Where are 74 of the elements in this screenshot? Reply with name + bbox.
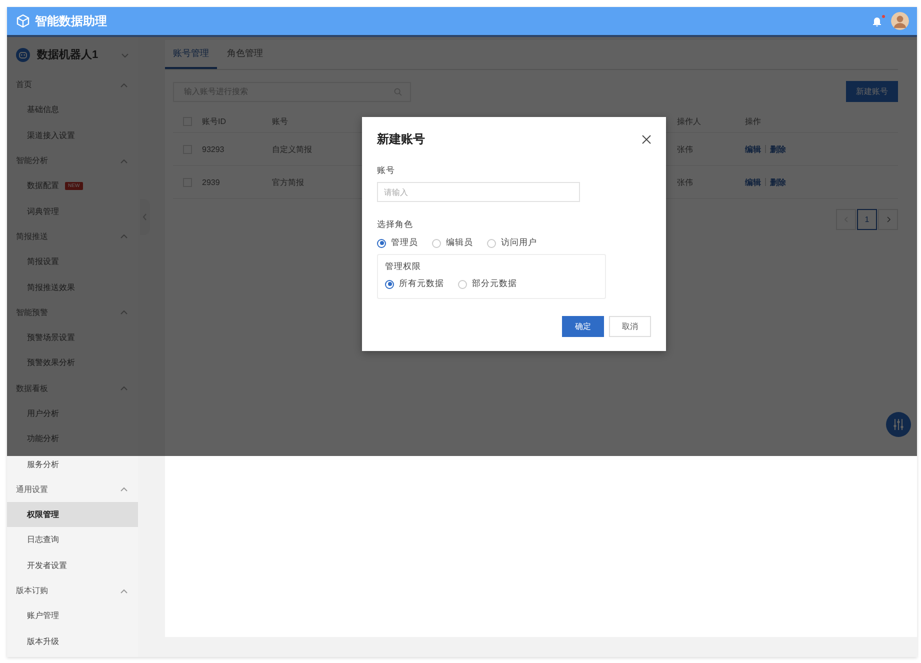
chevron-down-icon[interactable] [121,50,129,58]
nav-item[interactable]: 预警场景设置 [27,332,75,344]
tab[interactable]: 角色管理 [219,40,271,69]
nav-item[interactable]: 基础信息 [27,104,59,116]
chevron-up-icon[interactable] [120,232,128,240]
chevron-up-icon[interactable] [120,308,128,316]
bell-icon[interactable] [871,15,883,27]
table-cell-text: 93293 [202,144,226,154]
column-header: 操作 [745,116,762,126]
nav-item[interactable]: 日志查询 [27,534,59,546]
radio-option[interactable]: 部分元数据 [458,278,517,290]
chevron-up-icon[interactable] [120,586,128,595]
chevron-up-icon[interactable] [120,80,128,89]
nav-group-label[interactable]: 通用设置 [16,484,48,495]
input-field[interactable]: 请输入 [377,182,580,202]
cube-icon [16,14,30,28]
table-cell-text: 2939 [202,178,221,186]
table-cell-text: 自定义简报 [272,144,313,154]
app-title: 智能数据助理 [35,12,108,30]
radio-icon[interactable] [385,280,394,288]
nav-item[interactable]: 词典管理 [27,206,59,217]
nav-group-label[interactable]: 首页 [16,79,32,90]
nav-group-label[interactable]: 简报推送 [16,230,48,242]
nav-item[interactable]: 开发者设置 [27,560,67,571]
bot-name[interactable]: 数据机器人1 [37,47,121,62]
nav-group-label[interactable]: 智能预警 [16,306,48,318]
tab[interactable]: 账号管理 [165,40,217,69]
nav-item[interactable]: 渠道接入设置 [27,130,75,141]
cancel-button[interactable]: 取消 [609,316,651,337]
radio-option[interactable]: 编辑员 [432,237,473,249]
field-label: 选择角色 [377,219,414,231]
next-page-button[interactable] [878,209,898,230]
robot-icon [16,48,30,62]
chevron-up-icon[interactable] [120,156,128,165]
nav-item[interactable]: 账户管理 [27,610,59,622]
chevron-up-icon[interactable] [120,485,128,494]
nav-group-label[interactable]: 智能分析 [16,155,48,166]
column-header: 操作人 [677,116,702,126]
nav-item[interactable]: 版本升级 [27,636,59,647]
dialog-title: 新建账号 [377,131,425,148]
nav-group-label[interactable]: 版本订购 [16,585,48,596]
nav-item[interactable]: 简报推送效果 [27,282,75,293]
radio-option[interactable]: 所有元数据 [385,278,444,290]
avatar[interactable] [891,12,909,30]
table-cell-text: 张伟 [677,176,694,188]
chevron-right-icon [884,216,892,223]
column-header: 账号ID [202,116,227,126]
page-button[interactable]: 1 [857,209,877,230]
search-icon[interactable] [394,88,402,96]
nav-item[interactable]: 数据配置 [27,180,59,192]
radio-icon[interactable] [377,238,386,248]
table-cell-text: 官方简报 [272,176,305,188]
edit-link[interactable]: 编辑 [745,144,761,154]
nav-item[interactable]: 功能分析 [27,433,59,444]
chevron-up-icon[interactable] [120,384,128,392]
confirm-button[interactable]: 确定 [562,316,604,337]
delete-link[interactable]: 删除 [770,144,786,154]
table-cell-text: 张伟 [677,144,694,154]
edit-link[interactable]: 编辑 [745,176,761,188]
field-label: 管理权限 [385,261,422,273]
close-icon[interactable] [642,135,651,144]
nav-item[interactable]: 权限管理 [7,502,138,528]
nav-item[interactable]: 服务分析 [27,458,59,470]
nav-group-label[interactable]: 数据看板 [16,382,48,394]
nav-item[interactable]: 预警效果分析 [27,357,75,368]
radio-option[interactable]: 管理员 [377,237,418,249]
nav-item[interactable]: 简报设置 [27,256,59,268]
new-account-button[interactable]: 新建账号 [846,81,898,102]
delete-link[interactable]: 删除 [770,176,786,188]
column-header: 账号 [272,116,289,126]
field-label: 账号 [377,165,396,177]
nav-item[interactable]: 用户分析 [27,408,59,419]
radio-option[interactable]: 访问用户 [487,237,537,249]
sliders-icon [892,418,905,431]
